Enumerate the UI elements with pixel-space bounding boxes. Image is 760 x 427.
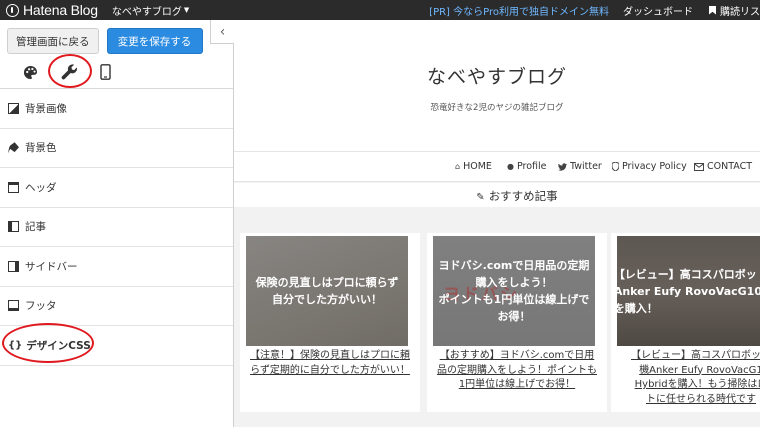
collapse-sidebar-button[interactable]: ‹ — [210, 20, 234, 44]
image-icon — [8, 102, 19, 114]
global-nav: ⌂ HOME ● Profile Twitter Privacy Policy … — [234, 152, 760, 182]
thumbnail-caption: 保険の見直しはプロに頼らず 自分でした方がいい！ — [255, 276, 399, 306]
nav-twitter[interactable]: Twitter — [558, 161, 602, 172]
tab-design-theme[interactable] — [16, 58, 44, 86]
thumbnail-caption: ヨドバシ.comで日用品の定期 購入をしよう！ ポイントも1円単位は線上げで お… — [438, 259, 590, 323]
card-title-link[interactable]: 【注意！】保険の見直しはプロに頼 らず定期的に自分でした方がいい！ — [246, 349, 414, 378]
customize-sidebar: 管理画面に戻る 変更を保存する ‹ 背景画像 背景色 ヘッダ 記事 サイドバー … — [0, 20, 234, 427]
recommended-card[interactable]: 【レビュー】高コスパロボット Anker Eufy RovoVacG10 Hy … — [611, 233, 760, 412]
menu-item-footer[interactable]: フッタ — [0, 287, 233, 326]
shield-icon — [612, 162, 619, 171]
tab-smartphone[interactable] — [91, 58, 119, 86]
brand-name: Hatena Blog — [23, 2, 98, 18]
highlight-circle — [2, 323, 94, 363]
card-title-link[interactable]: 【おすすめ】ヨドバシ.comで日用 品の定期購入をしよう！ポイントも 1円単位は… — [433, 349, 601, 393]
nav-privacy-policy[interactable]: Privacy Policy — [612, 161, 687, 172]
thumbnail-overlay: 【レビュー】高コスパロボット Anker Eufy RovoVacG10 Hy … — [617, 236, 760, 346]
menu-item-label: 背景色 — [25, 142, 57, 155]
card-thumbnail[interactable]: ヨドバシ ヨドバシ.comで日用品の定期 購入をしよう！ ポイントも1円単位は線… — [433, 236, 595, 346]
nav-profile[interactable]: ● Profile — [507, 161, 547, 172]
nav-label: HOME — [463, 161, 492, 172]
envelope-icon — [694, 162, 704, 171]
save-changes-button[interactable]: 変更を保存する — [106, 28, 203, 54]
article-icon — [8, 221, 19, 233]
back-to-admin-button[interactable]: 管理画面に戻る — [7, 28, 99, 54]
menu-item-background-image[interactable]: 背景画像 — [0, 89, 233, 129]
card-thumbnail[interactable]: 保険の見直しはプロに頼らず 自分でした方がいい！ — [246, 236, 408, 346]
bookmark-icon — [709, 5, 716, 15]
hatena-top-bar: Hatena Blog なべやすブログ ▼ [PR] 今ならPro利用で独自ドメ… — [0, 0, 760, 20]
hatena-logo-icon — [6, 3, 19, 17]
menu-item-article[interactable]: 記事 — [0, 208, 233, 247]
recommended-title: ✎ おすすめ記事 — [234, 188, 760, 204]
thumbnail-caption: 【レビュー】高コスパロボット Anker Eufy RovoVacG10 Hy … — [617, 267, 760, 315]
recommended-card[interactable]: ヨドバシ ヨドバシ.comで日用品の定期 購入をしよう！ ポイントも1円単位は線… — [427, 233, 607, 412]
menu-item-label: 背景画像 — [25, 102, 67, 115]
smartphone-icon — [99, 64, 111, 80]
sidebar-icon — [8, 260, 19, 272]
menu-item-label: 記事 — [25, 221, 46, 234]
thumbnail-overlay: 保険の見直しはプロに頼らず 自分でした方がいい！ — [246, 236, 408, 346]
user-icon: ● — [507, 162, 514, 171]
home-icon: ⌂ — [455, 162, 461, 171]
highlight-circle — [48, 54, 92, 88]
paint-bucket-icon — [8, 142, 19, 154]
header-icon — [8, 181, 19, 193]
menu-item-sidebar[interactable]: サイドバー — [0, 247, 233, 287]
nav-label: CONTACT — [707, 161, 753, 172]
blog-title[interactable]: なべやすブログ — [234, 62, 760, 89]
blog-switcher[interactable]: なべやすブログ ▼ — [112, 3, 189, 18]
dashboard-link[interactable]: ダッシュボード — [623, 3, 693, 18]
nav-label: Privacy Policy — [622, 161, 687, 172]
blog-description: 恐竜好きな2児のヤジの雑記ブログ — [430, 103, 564, 113]
recommended-card[interactable]: 保険の見直しはプロに頼らず 自分でした方がいい！ 【注意！】保険の見直しはプロに… — [240, 233, 420, 412]
menu-item-background-color[interactable]: 背景色 — [0, 129, 233, 168]
thumbnail-overlay: ヨドバシ.comで日用品の定期 購入をしよう！ ポイントも1円単位は線上げで お… — [433, 236, 595, 346]
blog-header: なべやすブログ 恐竜好きな2児のヤジの雑記ブログ — [234, 20, 760, 152]
menu-item-label: ヘッダ — [25, 181, 57, 194]
twitter-icon — [558, 162, 567, 171]
nav-home[interactable]: ⌂ HOME — [455, 161, 492, 172]
hatena-blog-logo[interactable]: Hatena Blog — [0, 0, 98, 20]
nav-contact[interactable]: CONTACT — [694, 161, 752, 172]
menu-item-header[interactable]: ヘッダ — [0, 168, 233, 208]
caret-down-icon: ▼ — [183, 6, 190, 14]
card-thumbnail[interactable]: 【レビュー】高コスパロボット Anker Eufy RovoVacG10 Hy … — [617, 236, 760, 346]
menu-item-label: サイドバー — [25, 260, 78, 273]
nav-label: Profile — [516, 161, 547, 172]
blog-preview: なべやすブログ 恐竜好きな2児のヤジの雑記ブログ ⌂ HOME ● Profil… — [234, 20, 760, 427]
card-title-link[interactable]: 【レビュー】高コスパロボット 機Anker Eufy RovoVacG1 Hyb… — [617, 349, 760, 407]
footer-icon — [8, 300, 19, 312]
recommended-header: ✎ おすすめ記事 — [234, 183, 760, 207]
recommended-title-label: おすすめ記事 — [488, 189, 558, 203]
reading-list-label: 購読リス — [720, 6, 760, 18]
reading-list-link[interactable]: 購読リス — [709, 3, 760, 18]
pencil-icon: ✎ — [476, 192, 485, 203]
nav-label: Twitter — [570, 161, 602, 172]
customize-tabs — [0, 56, 233, 89]
chevron-left-icon: ‹ — [219, 23, 226, 40]
menu-item-label: フッタ — [25, 300, 57, 313]
pro-promo-link[interactable]: [PR] 今ならPro利用で独自ドメイン無料 — [429, 3, 609, 18]
palette-icon — [23, 65, 37, 79]
blog-switcher-label: なべやすブログ — [111, 6, 182, 18]
